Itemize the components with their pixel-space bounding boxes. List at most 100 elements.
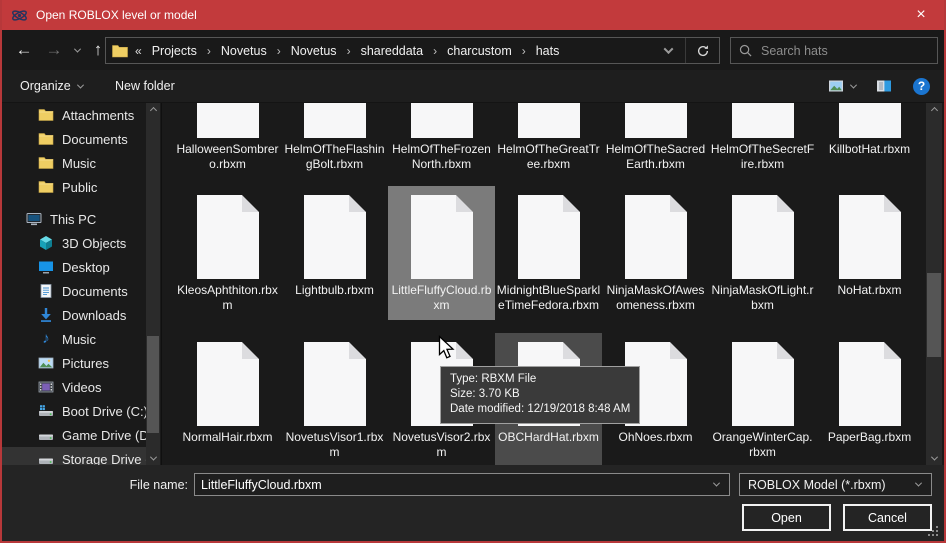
breadcrumb-segment[interactable]: Novetus bbox=[219, 44, 269, 58]
sidebar-item-label: This PC bbox=[50, 212, 96, 227]
sidebar-scrollbar[interactable] bbox=[146, 103, 160, 465]
file-item[interactable]: HelmOfTheFrozenNorth.rbxm bbox=[388, 103, 495, 186]
command-bar: Organize New folder ? bbox=[2, 70, 944, 103]
file-item[interactable]: KillbotHat.rbxm bbox=[816, 103, 923, 186]
computer-icon bbox=[26, 211, 42, 227]
open-button[interactable]: Open bbox=[742, 504, 831, 531]
address-bar[interactable]: « Projects›Novetus›Novetus›shareddata›ch… bbox=[105, 37, 720, 64]
breadcrumb-segment[interactable]: charcustom bbox=[445, 44, 514, 58]
search-input[interactable] bbox=[761, 44, 929, 58]
breadcrumb-overflow[interactable]: « bbox=[135, 44, 142, 58]
file-type-select[interactable]: ROBLOX Model (*.rbxm) bbox=[739, 473, 932, 496]
organize-label: Organize bbox=[20, 79, 71, 93]
rbxm-file-icon bbox=[625, 103, 687, 138]
rbxm-file-icon bbox=[197, 342, 259, 426]
sidebar-item-desktop[interactable]: Desktop bbox=[2, 255, 146, 279]
navigation-bar: ← → ↑ « Projects›Novetus›Novetus›sharedd… bbox=[2, 30, 944, 70]
close-icon[interactable]: × bbox=[898, 0, 944, 30]
file-name: NoHat.rbxm bbox=[818, 283, 922, 298]
file-item[interactable]: NormalHair.rbxm bbox=[174, 333, 281, 465]
help-button[interactable]: ? bbox=[913, 70, 930, 102]
file-name: LittleFluffyCloud.rbxm bbox=[390, 283, 494, 313]
sidebar-item-label: Music bbox=[62, 332, 96, 347]
file-row: KleosAphthiton.rbxmLightbulb.rbxmLittleF… bbox=[162, 186, 928, 333]
sidebar-item-pictures[interactable]: Pictures bbox=[2, 351, 146, 375]
sidebar-item-music[interactable]: ♪Music bbox=[2, 327, 146, 351]
resize-grip-icon[interactable] bbox=[928, 526, 939, 537]
file-item[interactable]: HelmOfTheFlashingBolt.rbxm bbox=[281, 103, 388, 186]
breadcrumb-separator-icon[interactable]: › bbox=[199, 44, 219, 58]
file-item[interactable]: Lightbulb.rbxm bbox=[281, 186, 388, 320]
file-item[interactable]: NovetusVisor1.rbxm bbox=[281, 333, 388, 465]
history-dropdown-icon[interactable] bbox=[68, 37, 86, 63]
sidebar-item-storage-drive-g[interactable]: Storage Drive (G bbox=[2, 447, 146, 465]
sidebar-item-downloads[interactable]: Downloads bbox=[2, 303, 146, 327]
file-item[interactable]: HelmOfTheSacredEarth.rbxm bbox=[602, 103, 709, 186]
file-item[interactable]: PaperBag.rbxm bbox=[816, 333, 923, 465]
preview-pane-button[interactable] bbox=[876, 70, 892, 102]
sidebar-item-3d-objects[interactable]: 3D Objects bbox=[2, 231, 146, 255]
sidebar-item-label: Storage Drive (G bbox=[62, 452, 146, 466]
breadcrumb-separator-icon[interactable]: › bbox=[269, 44, 289, 58]
file-name: KleosAphthiton.rbxm bbox=[176, 283, 280, 313]
cancel-button-label: Cancel bbox=[868, 511, 907, 525]
chevron-down-icon bbox=[850, 81, 857, 88]
files-scrollbar-thumb[interactable] bbox=[927, 273, 941, 357]
breadcrumb-separator-icon[interactable]: › bbox=[425, 44, 445, 58]
forward-button[interactable]: → bbox=[40, 37, 68, 63]
views-button[interactable] bbox=[828, 70, 856, 102]
sidebar-item-label: Pictures bbox=[62, 356, 109, 371]
organize-button[interactable]: Organize bbox=[20, 70, 83, 102]
folder-icon bbox=[38, 155, 54, 171]
refresh-icon[interactable] bbox=[685, 38, 719, 63]
sidebar-item-boot-drive-c[interactable]: Boot Drive (C:) bbox=[2, 399, 146, 423]
sidebar-item-public[interactable]: Public bbox=[2, 175, 146, 199]
document-icon bbox=[38, 283, 54, 299]
sidebar-item-label: Documents bbox=[62, 132, 128, 147]
sidebar-item-documents[interactable]: Documents bbox=[2, 279, 146, 303]
sidebar-item-music[interactable]: Music bbox=[2, 151, 146, 175]
sidebar-item-videos[interactable]: Videos bbox=[2, 375, 146, 399]
file-item[interactable]: NoHat.rbxm bbox=[816, 186, 923, 320]
video-icon bbox=[38, 379, 54, 395]
tooltip-line: Date modified: 12/19/2018 8:48 AM bbox=[450, 402, 630, 417]
breadcrumb-segment[interactable]: Novetus bbox=[289, 44, 339, 58]
file-item[interactable]: NinjaMaskOfAwesomeness.rbxm bbox=[602, 186, 709, 320]
rbxm-file-icon bbox=[732, 195, 794, 279]
back-button[interactable]: ← bbox=[10, 37, 38, 63]
scroll-up-icon[interactable] bbox=[146, 103, 160, 117]
tooltip-line: Type: RBXM File bbox=[450, 372, 630, 387]
sidebar: AttachmentsDocumentsMusicPublicThis PC3D… bbox=[2, 103, 146, 465]
folder-icon bbox=[112, 44, 128, 58]
file-item[interactable]: KleosAphthiton.rbxm bbox=[174, 186, 281, 320]
sidebar-item-documents[interactable]: Documents bbox=[2, 127, 146, 151]
scroll-down-icon[interactable] bbox=[146, 451, 160, 465]
rbxm-file-icon bbox=[197, 195, 259, 279]
file-item[interactable]: HelmOfTheSecretFire.rbxm bbox=[709, 103, 816, 186]
chevron-down-icon[interactable] bbox=[703, 482, 729, 487]
breadcrumb-segment[interactable]: Projects bbox=[150, 44, 199, 58]
file-item[interactable]: LittleFluffyCloud.rbxm bbox=[388, 186, 495, 320]
file-item[interactable]: NinjaMaskOfLight.rbxm bbox=[709, 186, 816, 320]
scroll-down-icon[interactable] bbox=[926, 451, 942, 465]
file-name-input[interactable] bbox=[195, 478, 703, 492]
file-item[interactable]: MidnightBlueSparkleTimeFedora.rbxm bbox=[495, 186, 602, 320]
cancel-button[interactable]: Cancel bbox=[843, 504, 932, 531]
new-folder-button[interactable]: New folder bbox=[115, 70, 175, 102]
file-name: HelmOfTheGreatTree.rbxm bbox=[497, 142, 601, 172]
breadcrumb-segment[interactable]: hats bbox=[534, 44, 562, 58]
address-dropdown-icon[interactable] bbox=[651, 38, 685, 63]
sidebar-item-this-pc[interactable]: This PC bbox=[2, 207, 146, 231]
sidebar-scrollbar-thumb[interactable] bbox=[147, 336, 159, 433]
sidebar-item-game-drive-d[interactable]: Game Drive (D:) bbox=[2, 423, 146, 447]
file-item[interactable]: HelmOfTheGreatTree.rbxm bbox=[495, 103, 602, 186]
files-scrollbar[interactable] bbox=[926, 103, 942, 465]
sidebar-item-attachments[interactable]: Attachments bbox=[2, 103, 146, 127]
scroll-up-icon[interactable] bbox=[926, 103, 942, 117]
breadcrumb-separator-icon[interactable]: › bbox=[339, 44, 359, 58]
file-item[interactable]: OrangeWinterCap.rbxm bbox=[709, 333, 816, 465]
breadcrumb-separator-icon[interactable]: › bbox=[514, 44, 534, 58]
file-name: HelmOfTheSecretFire.rbxm bbox=[711, 142, 815, 172]
breadcrumb-segment[interactable]: shareddata bbox=[359, 44, 426, 58]
file-item[interactable]: HalloweenSombrero.rbxm bbox=[174, 103, 281, 186]
